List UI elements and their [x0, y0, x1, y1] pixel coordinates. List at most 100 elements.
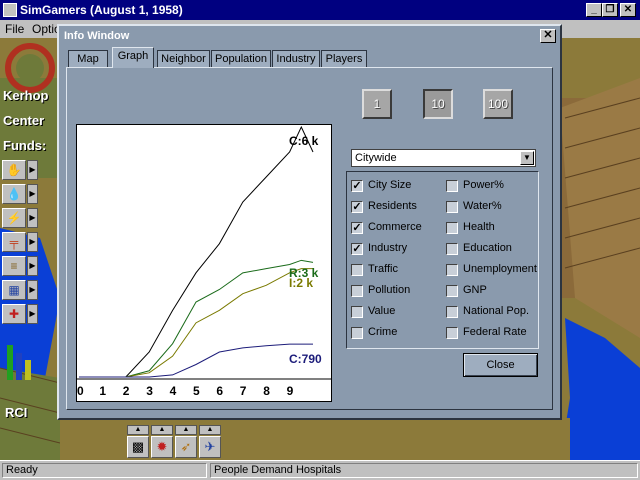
tab-neighbor[interactable]: Neighbor: [157, 50, 210, 67]
tool-arrow-icon[interactable]: ▶: [27, 232, 38, 252]
checkbox[interactable]: [446, 327, 458, 339]
landscape-icon[interactable]: ▩: [127, 436, 149, 458]
option-label: City Size: [368, 179, 412, 191]
status-bar: Ready People Demand Hospitals: [0, 460, 640, 480]
chevron-down-icon[interactable]: ▼: [520, 151, 534, 165]
checkbox[interactable]: [351, 327, 363, 339]
series-end-label: C:6 k: [289, 134, 319, 148]
x-tick-label: 3: [146, 384, 153, 398]
x-tick-label: 2: [123, 384, 130, 398]
series-line-0: [79, 125, 314, 378]
option-label: Unemployment: [463, 263, 537, 275]
series-line-2: [79, 268, 313, 378]
checkbox[interactable]: ✓: [351, 201, 363, 213]
checkbox[interactable]: [446, 264, 458, 276]
status-message: People Demand Hospitals: [210, 463, 638, 478]
tool-emergency[interactable]: ✚ ▶: [2, 304, 38, 324]
series-end-label: I:2 k: [289, 276, 313, 290]
tool-arrow-icon[interactable]: ▶: [27, 208, 38, 228]
checkbox[interactable]: [446, 180, 458, 192]
scale-1-button[interactable]: 1: [362, 89, 392, 119]
rci-indicator[interactable]: [5, 335, 35, 380]
tool-water[interactable]: 💧 ▶: [2, 184, 38, 204]
close-button[interactable]: Close: [463, 353, 538, 377]
toolbar-up-arrow-icon[interactable]: ▲: [175, 425, 197, 435]
tab-map[interactable]: Map: [68, 50, 108, 67]
info-window-titlebar[interactable]: Info Window ✕: [59, 26, 560, 46]
tool-pipe[interactable]: ╤ ▶: [2, 232, 38, 252]
status-ready: Ready: [2, 463, 207, 478]
tool-arrow-icon[interactable]: ▶: [27, 304, 38, 324]
tool-zone[interactable]: ▦ ▶: [2, 280, 38, 300]
scale-10-button[interactable]: 10: [423, 89, 453, 119]
checkbox[interactable]: [446, 243, 458, 255]
tool-arrow-icon[interactable]: ▶: [27, 280, 38, 300]
x-tick-label: 4: [170, 384, 177, 398]
option-label: Federal Rate: [463, 326, 527, 338]
series-end-label: C:790: [289, 352, 322, 366]
option-label: Industry: [368, 242, 408, 254]
maximize-button[interactable]: ❐: [602, 3, 618, 17]
emergency-icon: ✚: [2, 304, 26, 324]
tab-players[interactable]: Players: [321, 50, 367, 67]
checkbox[interactable]: [446, 222, 458, 234]
x-tick-label: 7: [240, 384, 247, 398]
checkbox[interactable]: [446, 306, 458, 318]
airport-icon[interactable]: ✈: [199, 436, 221, 458]
rail-icon: ≡: [2, 256, 26, 276]
series-line-1: [79, 259, 314, 378]
checkbox[interactable]: [351, 306, 363, 318]
checkbox[interactable]: [446, 285, 458, 297]
checkbox[interactable]: [446, 201, 458, 213]
option-label: Commerce: [368, 221, 422, 233]
app-icon: [3, 3, 17, 17]
close-app-button[interactable]: ✕: [620, 3, 636, 17]
tool-arrow-icon[interactable]: ▶: [27, 256, 38, 276]
tab-population[interactable]: Population: [211, 50, 271, 67]
x-tick-label: 6: [216, 384, 223, 398]
tool-bulldozer[interactable]: ✋ ▶: [2, 160, 38, 180]
tab-industry[interactable]: Industry: [272, 50, 320, 67]
checkbox[interactable]: ✓: [351, 243, 363, 255]
tab-graph[interactable]: Graph: [112, 47, 154, 68]
option-label: Education: [463, 242, 512, 254]
rci-label: RCI: [5, 405, 28, 420]
menu-file[interactable]: File: [5, 22, 24, 36]
app-title: SimGamers (August 1, 1958): [20, 3, 183, 17]
zone-icon: ▦: [2, 280, 26, 300]
water-icon: 💧: [2, 184, 26, 204]
tool-arrow-icon[interactable]: ▶: [27, 160, 38, 180]
app-titlebar: SimGamers (August 1, 1958) _ ❐ ✕: [0, 0, 640, 20]
checkbox[interactable]: [351, 264, 363, 276]
history-graph-svg: 0 1 2 3 4 5 6 7 8 9C:6 kR:3 kI:2 kC:790: [77, 125, 331, 398]
series-line-3: [79, 343, 313, 378]
city-name-label-2: Center: [3, 113, 45, 128]
checkbox[interactable]: [351, 285, 363, 297]
info-window-title: Info Window: [64, 30, 130, 42]
toolbar-up-arrow-icon[interactable]: ▲: [199, 425, 221, 435]
city-name-label: Kerhop: [3, 88, 49, 103]
option-label: Traffic: [368, 263, 398, 275]
region-select[interactable]: Citywide ▼: [351, 149, 536, 167]
tool-arrow-icon[interactable]: ▶: [27, 184, 38, 204]
rci-bar-r: [7, 345, 13, 380]
x-tick-label: 1: [99, 384, 106, 398]
option-label: Pollution: [368, 284, 411, 296]
toolbar-up-arrow-icon[interactable]: ▲: [151, 425, 173, 435]
toolbar-up-arrow-icon[interactable]: ▲: [127, 425, 149, 435]
info-window-close-icon[interactable]: ✕: [540, 29, 556, 43]
x-tick-label: 8: [263, 384, 270, 398]
minimize-button[interactable]: _: [586, 3, 602, 17]
scale-100-button[interactable]: 100: [483, 89, 513, 119]
fire-icon[interactable]: ✹: [151, 436, 173, 458]
funds-label: Funds:: [3, 138, 47, 153]
checkbox[interactable]: ✓: [351, 222, 363, 234]
tool-power[interactable]: ⚡ ▶: [2, 208, 38, 228]
checkbox[interactable]: ✓: [351, 180, 363, 192]
history-graph: 0 1 2 3 4 5 6 7 8 9 C:6 k R:3 k I:2 k C:790: [76, 124, 332, 402]
option-label: Water%: [463, 200, 502, 212]
rci-bar-i: [25, 360, 31, 380]
tool-rail[interactable]: ≡ ▶: [2, 256, 38, 276]
x-tick-label: 5: [193, 384, 200, 398]
rocket-icon[interactable]: ➶: [175, 436, 197, 458]
